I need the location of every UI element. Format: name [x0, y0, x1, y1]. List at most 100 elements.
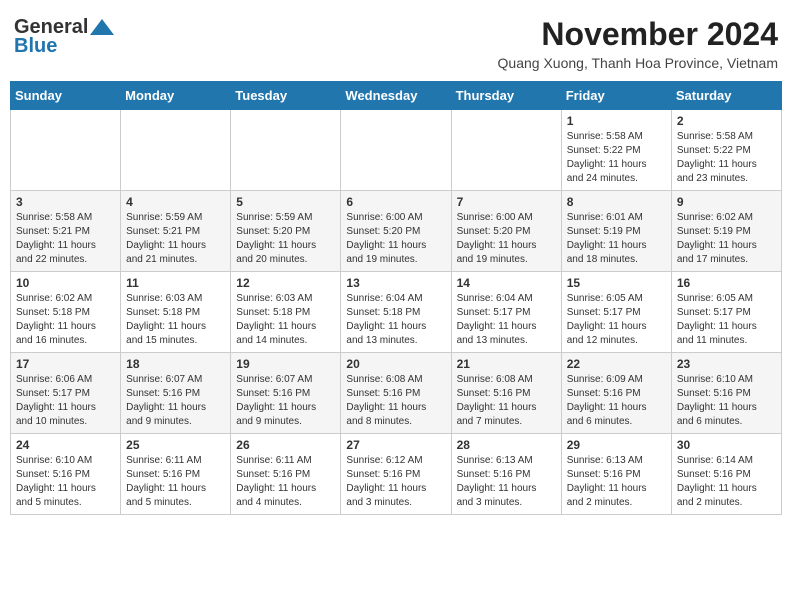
day-cell [11, 110, 121, 191]
day-cell: 4 Sunrise: 5:59 AM Sunset: 5:21 PM Daylig… [121, 191, 231, 272]
day-number: 4 [126, 195, 225, 209]
day-number: 2 [677, 114, 776, 128]
day-number: 19 [236, 357, 335, 371]
day-cell: 13 Sunrise: 6:04 AM Sunset: 5:18 PM Dayli… [341, 272, 451, 353]
week-row-1: 3 Sunrise: 5:58 AM Sunset: 5:21 PM Daylig… [11, 191, 782, 272]
day-number: 7 [457, 195, 556, 209]
day-number: 29 [567, 438, 666, 452]
day-info: Sunrise: 6:05 AM Sunset: 5:17 PM Dayligh… [677, 292, 776, 348]
day-cell [451, 110, 561, 191]
day-info: Sunrise: 6:03 AM Sunset: 5:18 PM Dayligh… [126, 292, 225, 348]
day-number: 5 [236, 195, 335, 209]
day-info: Sunrise: 6:03 AM Sunset: 5:18 PM Dayligh… [236, 292, 335, 348]
day-cell: 21 Sunrise: 6:08 AM Sunset: 5:16 PM Dayli… [451, 353, 561, 434]
day-info: Sunrise: 6:02 AM Sunset: 5:18 PM Dayligh… [16, 292, 115, 348]
day-number: 10 [16, 276, 115, 290]
weekday-header-wednesday: Wednesday [341, 82, 451, 110]
day-info: Sunrise: 6:04 AM Sunset: 5:18 PM Dayligh… [346, 292, 445, 348]
day-info: Sunrise: 6:06 AM Sunset: 5:17 PM Dayligh… [16, 373, 115, 429]
day-info: Sunrise: 5:58 AM Sunset: 5:21 PM Dayligh… [16, 211, 115, 267]
week-row-0: 1 Sunrise: 5:58 AM Sunset: 5:22 PM Daylig… [11, 110, 782, 191]
day-cell [231, 110, 341, 191]
weekday-header-row: SundayMondayTuesdayWednesdayThursdayFrid… [11, 82, 782, 110]
day-number: 26 [236, 438, 335, 452]
day-info: Sunrise: 6:10 AM Sunset: 5:16 PM Dayligh… [16, 454, 115, 510]
day-info: Sunrise: 6:13 AM Sunset: 5:16 PM Dayligh… [567, 454, 666, 510]
month-title: November 2024 [498, 16, 778, 53]
day-cell: 25 Sunrise: 6:11 AM Sunset: 5:16 PM Dayli… [121, 434, 231, 515]
day-info: Sunrise: 5:59 AM Sunset: 5:20 PM Dayligh… [236, 211, 335, 267]
day-number: 22 [567, 357, 666, 371]
day-number: 13 [346, 276, 445, 290]
week-row-4: 24 Sunrise: 6:10 AM Sunset: 5:16 PM Dayli… [11, 434, 782, 515]
weekday-header-tuesday: Tuesday [231, 82, 341, 110]
day-cell: 26 Sunrise: 6:11 AM Sunset: 5:16 PM Dayli… [231, 434, 341, 515]
day-cell: 2 Sunrise: 5:58 AM Sunset: 5:22 PM Daylig… [671, 110, 781, 191]
day-cell: 20 Sunrise: 6:08 AM Sunset: 5:16 PM Dayli… [341, 353, 451, 434]
logo: General Blue [14, 16, 116, 58]
day-info: Sunrise: 6:11 AM Sunset: 5:16 PM Dayligh… [126, 454, 225, 510]
day-cell: 3 Sunrise: 5:58 AM Sunset: 5:21 PM Daylig… [11, 191, 121, 272]
day-cell: 15 Sunrise: 6:05 AM Sunset: 5:17 PM Dayli… [561, 272, 671, 353]
day-info: Sunrise: 5:58 AM Sunset: 5:22 PM Dayligh… [677, 130, 776, 186]
day-number: 30 [677, 438, 776, 452]
day-cell: 9 Sunrise: 6:02 AM Sunset: 5:19 PM Daylig… [671, 191, 781, 272]
weekday-header-friday: Friday [561, 82, 671, 110]
day-number: 17 [16, 357, 115, 371]
day-number: 6 [346, 195, 445, 209]
day-cell: 11 Sunrise: 6:03 AM Sunset: 5:18 PM Dayli… [121, 272, 231, 353]
day-info: Sunrise: 6:13 AM Sunset: 5:16 PM Dayligh… [457, 454, 556, 510]
day-number: 20 [346, 357, 445, 371]
day-info: Sunrise: 6:10 AM Sunset: 5:16 PM Dayligh… [677, 373, 776, 429]
week-row-3: 17 Sunrise: 6:06 AM Sunset: 5:17 PM Dayli… [11, 353, 782, 434]
day-info: Sunrise: 6:07 AM Sunset: 5:16 PM Dayligh… [126, 373, 225, 429]
day-cell: 24 Sunrise: 6:10 AM Sunset: 5:16 PM Dayli… [11, 434, 121, 515]
day-info: Sunrise: 6:01 AM Sunset: 5:19 PM Dayligh… [567, 211, 666, 267]
day-cell: 14 Sunrise: 6:04 AM Sunset: 5:17 PM Dayli… [451, 272, 561, 353]
day-cell: 6Sunrise: 6:00 AM Sunset: 5:20 PM Daylig… [341, 191, 451, 272]
day-number: 24 [16, 438, 115, 452]
day-cell: 27 Sunrise: 6:12 AM Sunset: 5:16 PM Dayli… [341, 434, 451, 515]
day-info: Sunrise: 6:02 AM Sunset: 5:19 PM Dayligh… [677, 211, 776, 267]
day-cell: 12Sunrise: 6:03 AM Sunset: 5:18 PM Dayli… [231, 272, 341, 353]
day-info: Sunrise: 6:05 AM Sunset: 5:17 PM Dayligh… [567, 292, 666, 348]
week-row-2: 10 Sunrise: 6:02 AM Sunset: 5:18 PM Dayli… [11, 272, 782, 353]
day-number: 15 [567, 276, 666, 290]
day-number: 11 [126, 276, 225, 290]
day-cell: 23 Sunrise: 6:10 AM Sunset: 5:16 PM Dayli… [671, 353, 781, 434]
day-number: 1 [567, 114, 666, 128]
day-cell: 1Sunrise: 5:58 AM Sunset: 5:22 PM Daylig… [561, 110, 671, 191]
day-info: Sunrise: 6:07 AM Sunset: 5:16 PM Dayligh… [236, 373, 335, 429]
day-info: Sunrise: 6:12 AM Sunset: 5:16 PM Dayligh… [346, 454, 445, 510]
logo-icon [88, 17, 116, 39]
day-number: 18 [126, 357, 225, 371]
day-number: 27 [346, 438, 445, 452]
weekday-header-thursday: Thursday [451, 82, 561, 110]
day-info: Sunrise: 6:08 AM Sunset: 5:16 PM Dayligh… [346, 373, 445, 429]
title-block: November 2024 Quang Xuong, Thanh Hoa Pro… [498, 16, 778, 71]
day-info: Sunrise: 6:14 AM Sunset: 5:16 PM Dayligh… [677, 454, 776, 510]
day-cell [341, 110, 451, 191]
day-info: Sunrise: 6:09 AM Sunset: 5:16 PM Dayligh… [567, 373, 666, 429]
day-number: 21 [457, 357, 556, 371]
page-header: General Blue November 2024 Quang Xuong, … [10, 10, 782, 77]
day-number: 23 [677, 357, 776, 371]
day-cell: 10 Sunrise: 6:02 AM Sunset: 5:18 PM Dayli… [11, 272, 121, 353]
weekday-header-monday: Monday [121, 82, 231, 110]
day-cell: 7 Sunrise: 6:00 AM Sunset: 5:20 PM Daylig… [451, 191, 561, 272]
day-number: 25 [126, 438, 225, 452]
day-info: Sunrise: 6:00 AM Sunset: 5:20 PM Dayligh… [457, 211, 556, 267]
day-number: 14 [457, 276, 556, 290]
day-number: 3 [16, 195, 115, 209]
day-cell: 5 Sunrise: 5:59 AM Sunset: 5:20 PM Daylig… [231, 191, 341, 272]
day-number: 28 [457, 438, 556, 452]
day-info: Sunrise: 6:08 AM Sunset: 5:16 PM Dayligh… [457, 373, 556, 429]
day-cell: 28 Sunrise: 6:13 AM Sunset: 5:16 PM Dayli… [451, 434, 561, 515]
day-cell: 29 Sunrise: 6:13 AM Sunset: 5:16 PM Dayli… [561, 434, 671, 515]
day-info: Sunrise: 5:59 AM Sunset: 5:21 PM Dayligh… [126, 211, 225, 267]
day-info: Sunrise: 6:04 AM Sunset: 5:17 PM Dayligh… [457, 292, 556, 348]
day-info: Sunrise: 6:11 AM Sunset: 5:16 PM Dayligh… [236, 454, 335, 510]
day-cell: 22 Sunrise: 6:09 AM Sunset: 5:16 PM Dayli… [561, 353, 671, 434]
day-number: 8 [567, 195, 666, 209]
day-number: 9 [677, 195, 776, 209]
